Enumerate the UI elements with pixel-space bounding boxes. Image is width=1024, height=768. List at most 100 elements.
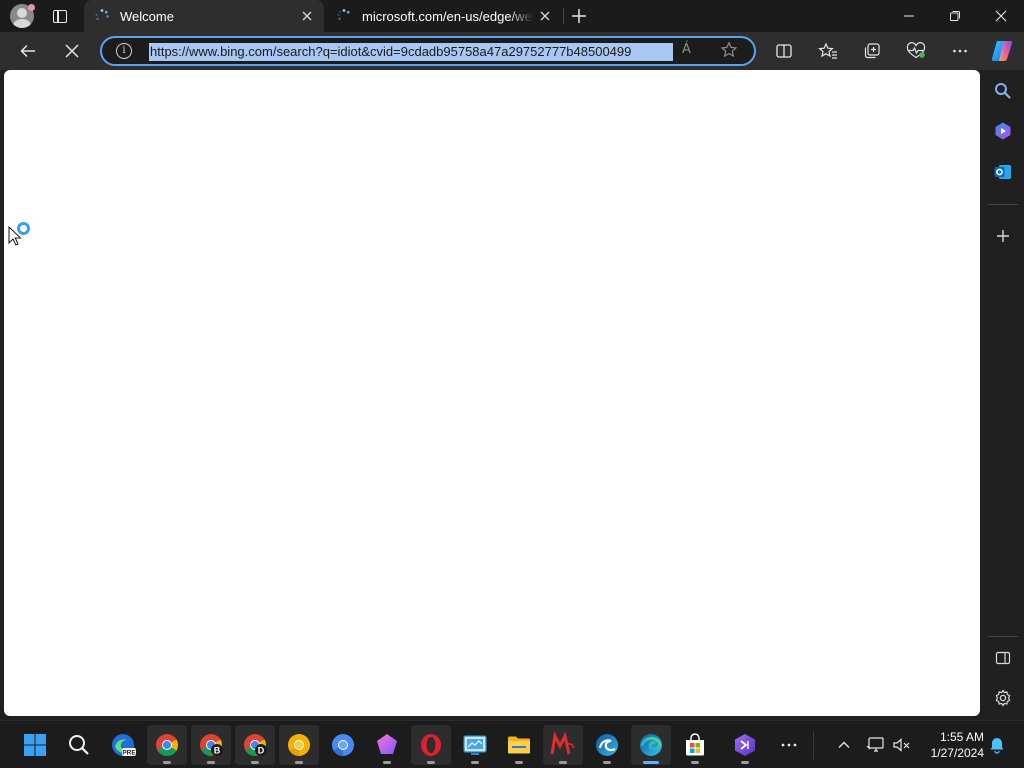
- new-tab-button[interactable]: [568, 5, 590, 27]
- running-indicator: [741, 761, 749, 764]
- sidebar-settings-button[interactable]: [989, 684, 1017, 712]
- split-screen-button[interactable]: [769, 37, 799, 65]
- network-icon: [866, 737, 884, 752]
- taskbar-search-button[interactable]: [59, 725, 99, 765]
- sidebar-add-button[interactable]: [989, 222, 1017, 250]
- file-explorer-app[interactable]: [499, 725, 539, 765]
- edge-sidebar: [982, 70, 1024, 720]
- running-indicator: [471, 761, 479, 764]
- more-options-icon: [781, 743, 797, 747]
- show-hidden-icons-button[interactable]: [832, 733, 856, 757]
- chrome-canary-app[interactable]: [279, 725, 319, 765]
- restore-window-button[interactable]: [932, 0, 978, 32]
- chromium-app[interactable]: [323, 725, 363, 765]
- avatar-body: [13, 19, 31, 28]
- favorites-icon: [818, 42, 837, 59]
- clock-time: 1:55 AM: [939, 730, 984, 744]
- running-indicator: [691, 761, 699, 764]
- close-window-button[interactable]: [978, 0, 1024, 32]
- sidebar-search-button[interactable]: [989, 77, 1017, 105]
- stop-loading-icon: [65, 44, 79, 58]
- avatar-head: [17, 8, 27, 18]
- more-options-icon: [953, 49, 967, 53]
- running-indicator: [383, 761, 391, 764]
- folder-icon: [508, 736, 530, 754]
- visual-studio-app[interactable]: [725, 725, 765, 765]
- opera-app[interactable]: [411, 725, 451, 765]
- gem-app[interactable]: [367, 725, 407, 765]
- sidebar-divider: [988, 204, 1018, 205]
- address-bar-url[interactable]: https://www.bing.com/search?q=idiot&cvid…: [149, 43, 673, 61]
- search-icon: [995, 83, 1011, 99]
- windows-taskbar: PRE B D 1:55 AM 1/27/2024: [0, 720, 1024, 768]
- edge-app[interactable]: [631, 725, 671, 765]
- restore-icon: [950, 11, 960, 21]
- collections-button[interactable]: [857, 37, 887, 65]
- control-panel-icon: [463, 735, 487, 755]
- chrome-beta-icon: B: [200, 734, 223, 756]
- opera-icon: [421, 734, 441, 756]
- taskbar-overflow-button[interactable]: [769, 725, 809, 765]
- chrome-dev-app[interactable]: D: [235, 725, 275, 765]
- outlook-icon: [994, 165, 1011, 179]
- microsoft-store-app[interactable]: [675, 725, 715, 765]
- volume-button[interactable]: [890, 733, 914, 757]
- hide-sidebar-button[interactable]: [989, 644, 1017, 672]
- tab-actions-menu-button[interactable]: [48, 6, 72, 26]
- maxthon-app[interactable]: [543, 725, 583, 765]
- edge-dev-app[interactable]: [587, 725, 627, 765]
- running-indicator: [251, 761, 259, 764]
- chrome-app[interactable]: [147, 725, 187, 765]
- svg-text:PRE: PRE: [122, 750, 136, 757]
- tab-title: Welcome: [120, 8, 174, 24]
- minimize-window-button[interactable]: [886, 0, 932, 32]
- plus-icon: [572, 9, 586, 23]
- visual-studio-icon: [735, 734, 755, 756]
- running-indicator: [207, 761, 215, 764]
- tab-strip: Welcome microsoft.com/en-us/edge/welcome: [0, 0, 1024, 32]
- address-bar[interactable]: i https://www.bing.com/search?q=idiot&cv…: [100, 36, 756, 66]
- tab-actions-icon: [53, 10, 67, 23]
- running-indicator: [427, 761, 435, 764]
- browser-essentials-button[interactable]: [901, 37, 931, 65]
- taskbar-divider: [813, 731, 814, 759]
- store-icon: [686, 733, 704, 756]
- stop-loading-button[interactable]: [57, 37, 87, 65]
- copilot-button[interactable]: [987, 37, 1017, 65]
- active-indicator: [643, 761, 659, 764]
- windows-logo-icon: [24, 734, 46, 756]
- edge-preview-app[interactable]: PRE: [103, 725, 143, 765]
- volume-muted-icon: [893, 738, 910, 752]
- more-options-button[interactable]: [945, 37, 975, 65]
- site-info-icon[interactable]: i: [116, 43, 132, 59]
- tab-edge-welcome[interactable]: microsoft.com/en-us/edge/welcome: [326, 0, 562, 32]
- add-icon: [997, 230, 1009, 242]
- hide-sidebar-icon: [995, 651, 1011, 665]
- start-button[interactable]: [15, 725, 55, 765]
- close-tab-button[interactable]: [534, 5, 556, 27]
- network-button[interactable]: [864, 733, 888, 757]
- back-button[interactable]: [13, 37, 43, 65]
- chrome-dev-icon: D: [244, 734, 267, 756]
- add-favorite-button[interactable]: [720, 41, 738, 64]
- running-indicator: [603, 761, 611, 764]
- favorites-button[interactable]: [813, 37, 843, 65]
- close-tab-button[interactable]: [296, 5, 318, 27]
- web-page-content[interactable]: [4, 70, 980, 716]
- split-screen-icon: [776, 44, 792, 58]
- chromium-icon: [332, 734, 354, 756]
- system-clock[interactable]: 1:55 AM 1/27/2024: [918, 729, 984, 761]
- back-arrow-icon: [20, 44, 35, 58]
- sidebar-copilot-button[interactable]: [989, 117, 1017, 145]
- control-panel-app[interactable]: [455, 725, 495, 765]
- tab-welcome[interactable]: Welcome: [84, 0, 324, 32]
- chrome-canary-icon: [288, 734, 310, 756]
- edge-icon: [640, 734, 662, 756]
- copilot-icon: [991, 41, 1013, 61]
- sidebar-outlook-button[interactable]: [989, 158, 1017, 186]
- maxthon-icon: [550, 732, 575, 755]
- notifications-button[interactable]: [985, 733, 1009, 757]
- svg-text:B: B: [214, 746, 221, 756]
- chrome-beta-app[interactable]: B: [191, 725, 231, 765]
- read-aloud-icon[interactable]: Á: [682, 42, 691, 57]
